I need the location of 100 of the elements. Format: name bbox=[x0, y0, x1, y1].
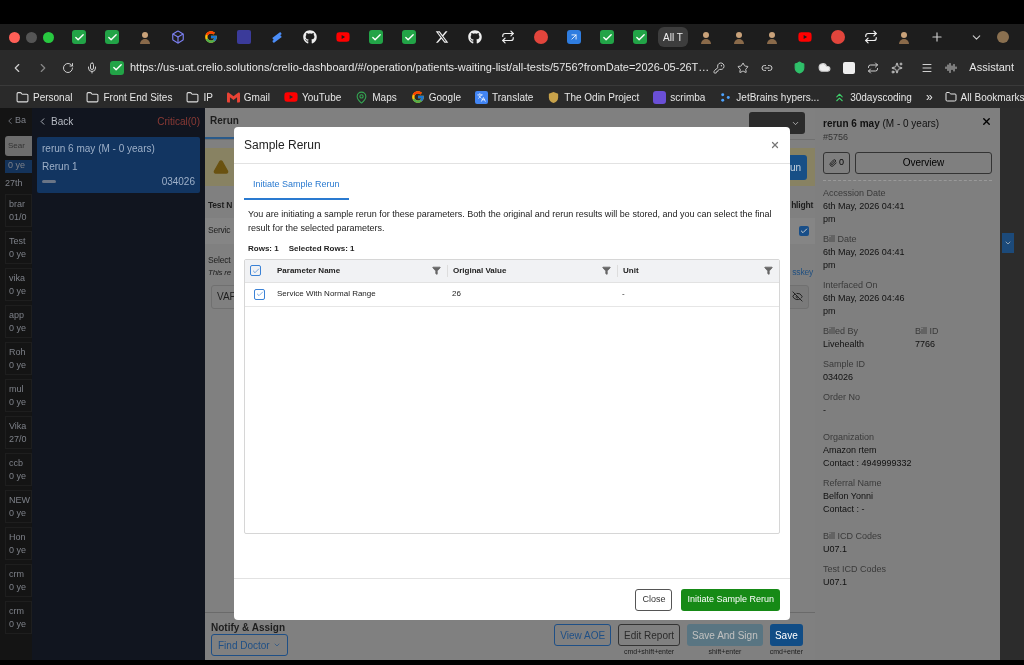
patient-list-item[interactable]: vika 0 ye bbox=[5, 268, 32, 301]
bookmark[interactable]: Gmail bbox=[226, 89, 270, 105]
patient-list-item[interactable]: brar 01/0 bbox=[5, 194, 32, 227]
assistant-button[interactable]: Assistant bbox=[969, 59, 1014, 76]
caret-icon bbox=[1004, 239, 1012, 247]
dropdown-toggle[interactable] bbox=[1002, 233, 1014, 253]
column-header: Parameter Name bbox=[277, 264, 341, 277]
patient-list-item[interactable]: mul 0 ye bbox=[5, 379, 32, 412]
patient-list-item[interactable]: Test 0 ye bbox=[5, 231, 32, 264]
letter-icon bbox=[237, 30, 251, 44]
google-icon bbox=[204, 30, 218, 44]
filter-icon[interactable] bbox=[432, 266, 441, 275]
field-value: 6th May, 2026 04:41 pm bbox=[823, 245, 906, 272]
scrimba-icon bbox=[653, 90, 667, 104]
filter-icon[interactable] bbox=[764, 266, 773, 275]
checkbox[interactable] bbox=[250, 265, 261, 276]
check-icon bbox=[105, 30, 119, 44]
url-field[interactable]: https://us-uat.crelio.solutions/crelio-dashboard/#/operation/patients-waiting-list/all-tests/5756?fromDate=2026-05-26T… bbox=[130, 59, 710, 76]
action-button[interactable]: Edit Report bbox=[618, 624, 681, 646]
patient-list-item[interactable]: crm 0 ye bbox=[5, 564, 32, 597]
youtube-icon bbox=[336, 30, 350, 44]
field-value: Livehealth bbox=[823, 337, 866, 351]
table-cell-text: 26 bbox=[451, 288, 462, 300]
shield-icon[interactable] bbox=[793, 61, 807, 74]
folder-icon bbox=[86, 90, 100, 104]
patient-list-item[interactable]: Roh 0 ye bbox=[5, 342, 32, 375]
field-value: U07.1 bbox=[823, 542, 849, 556]
loop-icon[interactable] bbox=[867, 61, 880, 74]
patient-card[interactable]: rerun 6 may (M - 0 years) Rerun 1 034026 bbox=[37, 137, 200, 193]
field-label: Accession Date bbox=[823, 186, 887, 200]
bookmark[interactable]: 30dayscoding bbox=[833, 89, 912, 105]
field-label: Interfaced On bbox=[823, 278, 879, 292]
column-header: Test N bbox=[208, 199, 233, 212]
patient-list-item[interactable]: NEW 0 ye bbox=[5, 490, 32, 523]
attachments-button[interactable]: 0 bbox=[823, 151, 850, 174]
bookmark[interactable]: Maps bbox=[355, 89, 397, 105]
bookmark[interactable]: Translate bbox=[474, 89, 534, 105]
close-icon[interactable] bbox=[770, 140, 780, 150]
action-button[interactable]: Save bbox=[769, 624, 803, 646]
field-value: Contact : 4949999332 bbox=[823, 456, 913, 470]
highlight-checkbox[interactable] bbox=[799, 225, 809, 236]
field-value: U07.1 bbox=[823, 575, 849, 589]
column-header: Original Value bbox=[453, 264, 507, 277]
extension-icon[interactable] bbox=[843, 61, 856, 74]
all-bookmarks[interactable]: All Bookmarks bbox=[944, 89, 1024, 105]
menu-icon[interactable] bbox=[921, 61, 934, 74]
patient-list-item[interactable]: app 0 ye bbox=[5, 305, 32, 338]
mic-icon[interactable] bbox=[86, 61, 98, 74]
bookmark[interactable]: Google bbox=[410, 89, 461, 105]
github-icon bbox=[468, 30, 482, 44]
dialog-button[interactable]: Initiate Sample Rerun bbox=[681, 588, 780, 611]
google-icon bbox=[410, 90, 425, 104]
overview-button[interactable]: Overview bbox=[855, 151, 992, 174]
browser-tab[interactable]: All T bbox=[658, 27, 688, 47]
new-tab-icon[interactable] bbox=[930, 30, 944, 44]
checkbox[interactable] bbox=[254, 288, 265, 300]
x-logo-icon bbox=[435, 30, 449, 44]
bookmark[interactable]: YouTube bbox=[283, 89, 342, 105]
back-link[interactable]: Back bbox=[37, 114, 74, 129]
back-link[interactable]: Ba bbox=[5, 114, 32, 128]
field-label: Sample ID bbox=[823, 357, 867, 371]
close-icon[interactable] bbox=[981, 116, 992, 127]
avatar-icon bbox=[138, 30, 152, 44]
avatar-icon bbox=[765, 30, 779, 44]
patient-list-item[interactable]: Hon 0 ye bbox=[5, 527, 32, 560]
patient-list-item[interactable]: crm 0 ye bbox=[5, 601, 32, 634]
field-label: Billed By bbox=[823, 324, 859, 338]
patient-id: #5756 bbox=[823, 131, 850, 144]
date-heading: 27th bbox=[5, 176, 24, 190]
cloud-icon[interactable] bbox=[818, 61, 832, 74]
patient-list-item[interactable]: ccb 0 ye bbox=[5, 453, 32, 486]
dialog-button[interactable]: Close bbox=[635, 588, 673, 611]
bookmark[interactable]: Front End Sites bbox=[86, 89, 173, 105]
caret-icon bbox=[272, 641, 281, 649]
bookmark[interactable]: The Odin Project bbox=[547, 89, 640, 105]
filter-chip[interactable]: 0 ye bbox=[5, 159, 32, 173]
bookmark[interactable]: JetBrains hypers... bbox=[719, 89, 820, 105]
filter-icon[interactable] bbox=[602, 266, 611, 275]
star-icon[interactable] bbox=[737, 61, 750, 74]
field-value: 6th May, 2026 04:41 pm bbox=[823, 199, 906, 226]
modal-title: Sample Rerun bbox=[244, 137, 321, 154]
patient-list-item[interactable]: Vika 27/0 bbox=[5, 416, 32, 449]
loop-icon bbox=[864, 30, 878, 44]
sparkles-icon[interactable] bbox=[891, 61, 904, 74]
eye-off-icon bbox=[791, 291, 803, 302]
check-icon bbox=[633, 30, 647, 44]
waveform-icon[interactable] bbox=[945, 61, 958, 74]
reload-icon[interactable] bbox=[62, 61, 74, 74]
shield-icon bbox=[547, 90, 561, 104]
field-value: Belfon Yonni bbox=[823, 489, 875, 503]
check-icon bbox=[72, 30, 86, 44]
bookmark[interactable]: IP bbox=[186, 89, 213, 105]
bookmark[interactable]: scrimba bbox=[653, 89, 706, 105]
critical-count: Critical(0) bbox=[157, 115, 200, 129]
more-bookmarks-button[interactable]: » bbox=[925, 88, 933, 106]
modal-tab[interactable]: Initiate Sample Rerun bbox=[244, 178, 349, 200]
bookmark[interactable]: Personal bbox=[16, 89, 73, 105]
key-icon[interactable] bbox=[713, 61, 726, 74]
profile-icon[interactable] bbox=[997, 31, 1009, 43]
folder-icon bbox=[944, 91, 957, 103]
